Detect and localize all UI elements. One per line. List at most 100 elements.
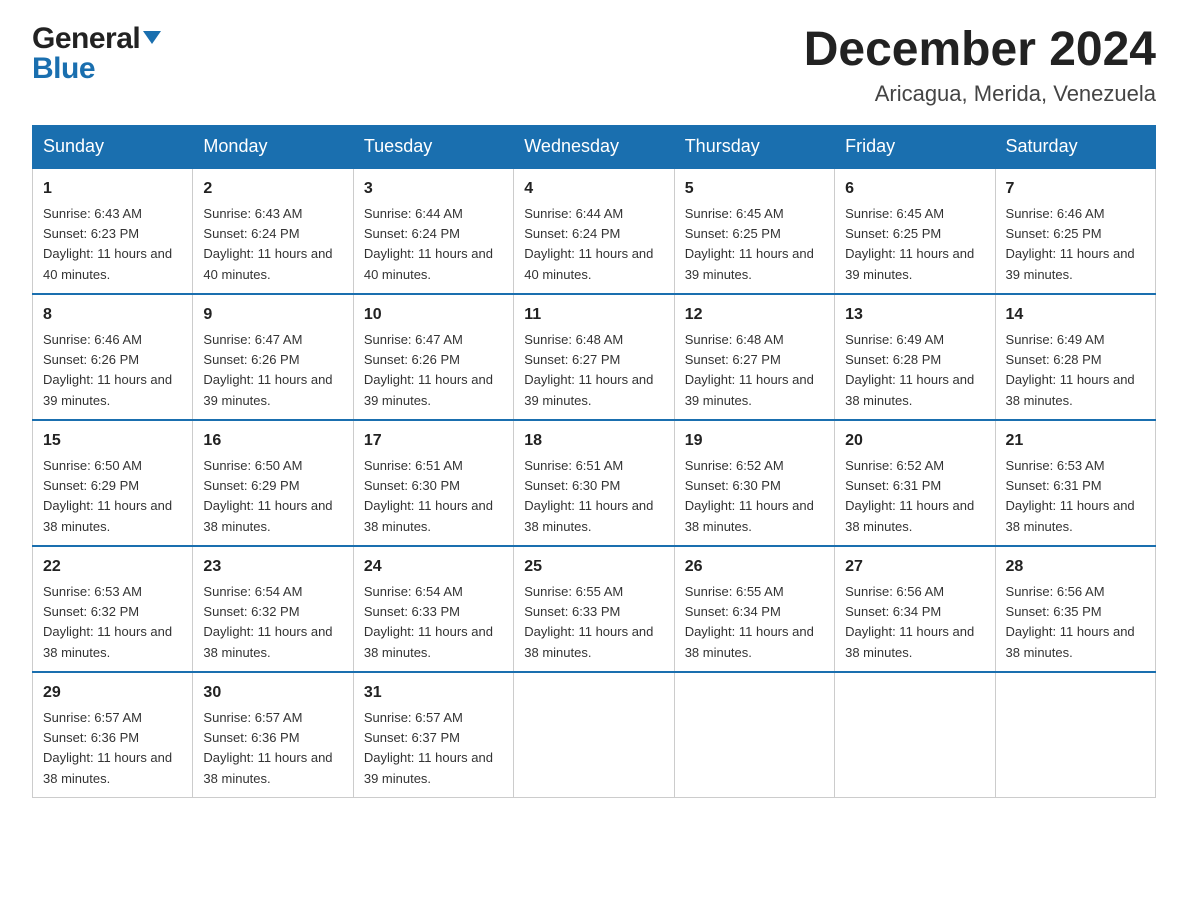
- day-cell: 31 Sunrise: 6:57 AMSunset: 6:37 PMDayligh…: [353, 672, 513, 798]
- day-number: 7: [1006, 177, 1145, 201]
- day-info: Sunrise: 6:50 AMSunset: 6:29 PMDaylight:…: [43, 458, 172, 534]
- page-subtitle: Aricagua, Merida, Venezuela: [804, 81, 1156, 107]
- day-cell: 10Sunrise: 6:47 AMSunset: 6:26 PMDayligh…: [353, 294, 513, 420]
- logo-general-text: General: [32, 24, 140, 54]
- day-info: Sunrise: 6:44 AMSunset: 6:24 PMDaylight:…: [524, 206, 653, 282]
- day-number: 31: [364, 681, 503, 705]
- day-info: Sunrise: 6:57 AMSunset: 6:36 PMDaylight:…: [203, 710, 332, 786]
- logo-triangle-icon: [143, 31, 161, 44]
- day-info: Sunrise: 6:43 AMSunset: 6:23 PMDaylight:…: [43, 206, 172, 282]
- week-row-1: 1Sunrise: 6:43 AMSunset: 6:23 PMDaylight…: [33, 168, 1156, 294]
- day-info: Sunrise: 6:48 AMSunset: 6:27 PMDaylight:…: [685, 332, 814, 408]
- day-info: Sunrise: 6:56 AMSunset: 6:35 PMDaylight:…: [1006, 584, 1135, 660]
- day-cell: 23Sunrise: 6:54 AMSunset: 6:32 PMDayligh…: [193, 546, 353, 672]
- day-cell: 3Sunrise: 6:44 AMSunset: 6:24 PMDaylight…: [353, 168, 513, 294]
- day-number: 25: [524, 555, 663, 579]
- day-cell: 18Sunrise: 6:51 AMSunset: 6:30 PMDayligh…: [514, 420, 674, 546]
- week-row-3: 15 Sunrise: 6:50 AMSunset: 6:29 PMDayligh…: [33, 420, 1156, 546]
- day-cell: 13 Sunrise: 6:49 AMSunset: 6:28 PMDayligh…: [835, 294, 995, 420]
- day-cell: 25Sunrise: 6:55 AMSunset: 6:33 PMDayligh…: [514, 546, 674, 672]
- day-number: 4: [524, 177, 663, 201]
- day-info: Sunrise: 6:43 AMSunset: 6:24 PMDaylight:…: [203, 206, 332, 282]
- day-number: 26: [685, 555, 824, 579]
- day-number: 3: [364, 177, 503, 201]
- day-cell: 12 Sunrise: 6:48 AMSunset: 6:27 PMDayligh…: [674, 294, 834, 420]
- day-cell: 1Sunrise: 6:43 AMSunset: 6:23 PMDaylight…: [33, 168, 193, 294]
- day-cell: 5 Sunrise: 6:45 AMSunset: 6:25 PMDaylight…: [674, 168, 834, 294]
- day-number: 8: [43, 303, 182, 327]
- day-cell: 14 Sunrise: 6:49 AMSunset: 6:28 PMDayligh…: [995, 294, 1155, 420]
- day-number: 6: [845, 177, 984, 201]
- day-info: Sunrise: 6:50 AMSunset: 6:29 PMDaylight:…: [203, 458, 332, 534]
- day-number: 17: [364, 429, 503, 453]
- day-info: Sunrise: 6:46 AMSunset: 6:26 PMDaylight:…: [43, 332, 172, 408]
- day-number: 16: [203, 429, 342, 453]
- day-number: 27: [845, 555, 984, 579]
- day-cell: [514, 672, 674, 798]
- calendar-table: SundayMondayTuesdayWednesdayThursdayFrid…: [32, 125, 1156, 798]
- header-thursday: Thursday: [674, 125, 834, 168]
- day-cell: 15 Sunrise: 6:50 AMSunset: 6:29 PMDayligh…: [33, 420, 193, 546]
- day-cell: 4 Sunrise: 6:44 AMSunset: 6:24 PMDaylight…: [514, 168, 674, 294]
- header-friday: Friday: [835, 125, 995, 168]
- header-saturday: Saturday: [995, 125, 1155, 168]
- day-info: Sunrise: 6:54 AMSunset: 6:33 PMDaylight:…: [364, 584, 493, 660]
- day-info: Sunrise: 6:57 AMSunset: 6:36 PMDaylight:…: [43, 710, 172, 786]
- day-number: 14: [1006, 303, 1145, 327]
- title-block: December 2024 Aricagua, Merida, Venezuel…: [804, 24, 1156, 107]
- logo: General Blue: [32, 24, 161, 84]
- day-cell: 26Sunrise: 6:55 AMSunset: 6:34 PMDayligh…: [674, 546, 834, 672]
- day-number: 28: [1006, 555, 1145, 579]
- page-title: December 2024: [804, 24, 1156, 77]
- day-number: 9: [203, 303, 342, 327]
- day-number: 30: [203, 681, 342, 705]
- day-info: Sunrise: 6:53 AMSunset: 6:32 PMDaylight:…: [43, 584, 172, 660]
- day-cell: 24 Sunrise: 6:54 AMSunset: 6:33 PMDayligh…: [353, 546, 513, 672]
- day-cell: 21Sunrise: 6:53 AMSunset: 6:31 PMDayligh…: [995, 420, 1155, 546]
- day-info: Sunrise: 6:45 AMSunset: 6:25 PMDaylight:…: [845, 206, 974, 282]
- week-row-2: 8 Sunrise: 6:46 AMSunset: 6:26 PMDaylight…: [33, 294, 1156, 420]
- day-number: 21: [1006, 429, 1145, 453]
- day-info: Sunrise: 6:45 AMSunset: 6:25 PMDaylight:…: [685, 206, 814, 282]
- day-info: Sunrise: 6:52 AMSunset: 6:30 PMDaylight:…: [685, 458, 814, 534]
- day-cell: 8 Sunrise: 6:46 AMSunset: 6:26 PMDaylight…: [33, 294, 193, 420]
- day-cell: [835, 672, 995, 798]
- day-number: 19: [685, 429, 824, 453]
- day-info: Sunrise: 6:47 AMSunset: 6:26 PMDaylight:…: [203, 332, 332, 408]
- day-number: 23: [203, 555, 342, 579]
- day-number: 12: [685, 303, 824, 327]
- day-info: Sunrise: 6:49 AMSunset: 6:28 PMDaylight:…: [845, 332, 974, 408]
- day-number: 5: [685, 177, 824, 201]
- day-cell: 17 Sunrise: 6:51 AMSunset: 6:30 PMDayligh…: [353, 420, 513, 546]
- day-cell: 28 Sunrise: 6:56 AMSunset: 6:35 PMDayligh…: [995, 546, 1155, 672]
- day-info: Sunrise: 6:57 AMSunset: 6:37 PMDaylight:…: [364, 710, 493, 786]
- day-cell: 2 Sunrise: 6:43 AMSunset: 6:24 PMDaylight…: [193, 168, 353, 294]
- day-info: Sunrise: 6:56 AMSunset: 6:34 PMDaylight:…: [845, 584, 974, 660]
- day-info: Sunrise: 6:52 AMSunset: 6:31 PMDaylight:…: [845, 458, 974, 534]
- day-cell: 7 Sunrise: 6:46 AMSunset: 6:25 PMDaylight…: [995, 168, 1155, 294]
- day-cell: 30 Sunrise: 6:57 AMSunset: 6:36 PMDayligh…: [193, 672, 353, 798]
- day-cell: 6 Sunrise: 6:45 AMSunset: 6:25 PMDaylight…: [835, 168, 995, 294]
- day-cell: 9 Sunrise: 6:47 AMSunset: 6:26 PMDaylight…: [193, 294, 353, 420]
- header-tuesday: Tuesday: [353, 125, 513, 168]
- day-cell: 19 Sunrise: 6:52 AMSunset: 6:30 PMDayligh…: [674, 420, 834, 546]
- day-number: 13: [845, 303, 984, 327]
- logo-blue-text: Blue: [32, 52, 95, 85]
- header-monday: Monday: [193, 125, 353, 168]
- week-row-4: 22Sunrise: 6:53 AMSunset: 6:32 PMDayligh…: [33, 546, 1156, 672]
- page-header: General Blue December 2024 Aricagua, Mer…: [32, 24, 1156, 107]
- day-number: 29: [43, 681, 182, 705]
- day-info: Sunrise: 6:49 AMSunset: 6:28 PMDaylight:…: [1006, 332, 1135, 408]
- day-number: 15: [43, 429, 182, 453]
- day-number: 10: [364, 303, 503, 327]
- day-info: Sunrise: 6:51 AMSunset: 6:30 PMDaylight:…: [364, 458, 493, 534]
- day-cell: [674, 672, 834, 798]
- day-number: 2: [203, 177, 342, 201]
- day-info: Sunrise: 6:48 AMSunset: 6:27 PMDaylight:…: [524, 332, 653, 408]
- day-info: Sunrise: 6:46 AMSunset: 6:25 PMDaylight:…: [1006, 206, 1135, 282]
- day-number: 24: [364, 555, 503, 579]
- week-row-5: 29 Sunrise: 6:57 AMSunset: 6:36 PMDayligh…: [33, 672, 1156, 798]
- day-info: Sunrise: 6:51 AMSunset: 6:30 PMDaylight:…: [524, 458, 653, 534]
- header-wednesday: Wednesday: [514, 125, 674, 168]
- day-cell: 27 Sunrise: 6:56 AMSunset: 6:34 PMDayligh…: [835, 546, 995, 672]
